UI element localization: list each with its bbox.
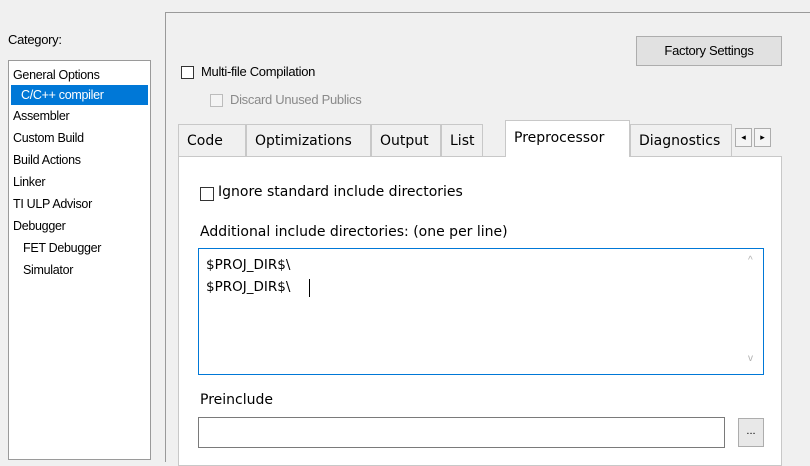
additional-include-textarea[interactable]: $PROJ_DIR$\ $PROJ_DIR$\ ^ v [198,248,764,375]
category-item-general-options[interactable]: General Options [13,65,100,85]
multifile-compilation-checkbox[interactable] [181,66,194,79]
tab-scroll-right-button[interactable]: ▸ [754,128,771,147]
category-list[interactable]: General Options C/C++ compiler Assembler… [8,60,151,460]
category-item-linker[interactable]: Linker [13,172,46,192]
textarea-scrollbar[interactable]: ^ v [745,249,763,374]
include-line: $PROJ_DIR$\ [206,279,291,295]
discard-unused-publics-label: Discard Unused Publics [230,92,362,107]
tab-diagnostics[interactable]: Diagnostics [630,124,732,156]
ignore-standard-include-checkbox[interactable] [200,187,214,201]
tab-strip: Code Optimizations Output List Preproces… [178,120,782,157]
discard-unused-publics-checkbox[interactable] [210,94,223,107]
preinclude-label: Preinclude [200,392,273,408]
tab-preprocessor[interactable]: Preprocessor [505,120,630,157]
tab-output[interactable]: Output [371,124,441,156]
preinclude-input[interactable] [198,417,725,448]
include-line: $PROJ_DIR$\ [206,257,291,273]
category-item-ti-ulp-advisor[interactable]: TI ULP Advisor [13,194,92,214]
tab-scroll-left-button[interactable]: ◂ [735,128,752,147]
scroll-down-icon[interactable]: v [748,353,753,364]
preinclude-browse-button[interactable]: ... [738,418,764,447]
category-item-fet-debugger[interactable]: FET Debugger [23,238,101,258]
additional-include-label: Additional include directories: (one per… [200,224,508,240]
scroll-up-icon[interactable]: ^ [748,255,753,266]
category-item-build-actions[interactable]: Build Actions [13,150,81,170]
tab-code[interactable]: Code [178,124,246,156]
category-label: Category: [8,32,62,47]
category-item-c-cpp-compiler[interactable]: C/C++ compiler [11,85,148,105]
factory-settings-button[interactable]: Factory Settings [636,36,782,66]
category-item-custom-build[interactable]: Custom Build [13,128,84,148]
ignore-standard-include-label: Ignore standard include directories [218,184,463,200]
tab-list[interactable]: List [441,124,483,156]
text-caret [309,279,310,297]
multifile-compilation-label: Multi-file Compilation [201,64,316,79]
category-item-simulator[interactable]: Simulator [23,260,73,280]
tab-optimizations[interactable]: Optimizations [246,124,371,156]
category-item-assembler[interactable]: Assembler [13,106,70,126]
category-item-debugger[interactable]: Debugger [13,216,66,236]
